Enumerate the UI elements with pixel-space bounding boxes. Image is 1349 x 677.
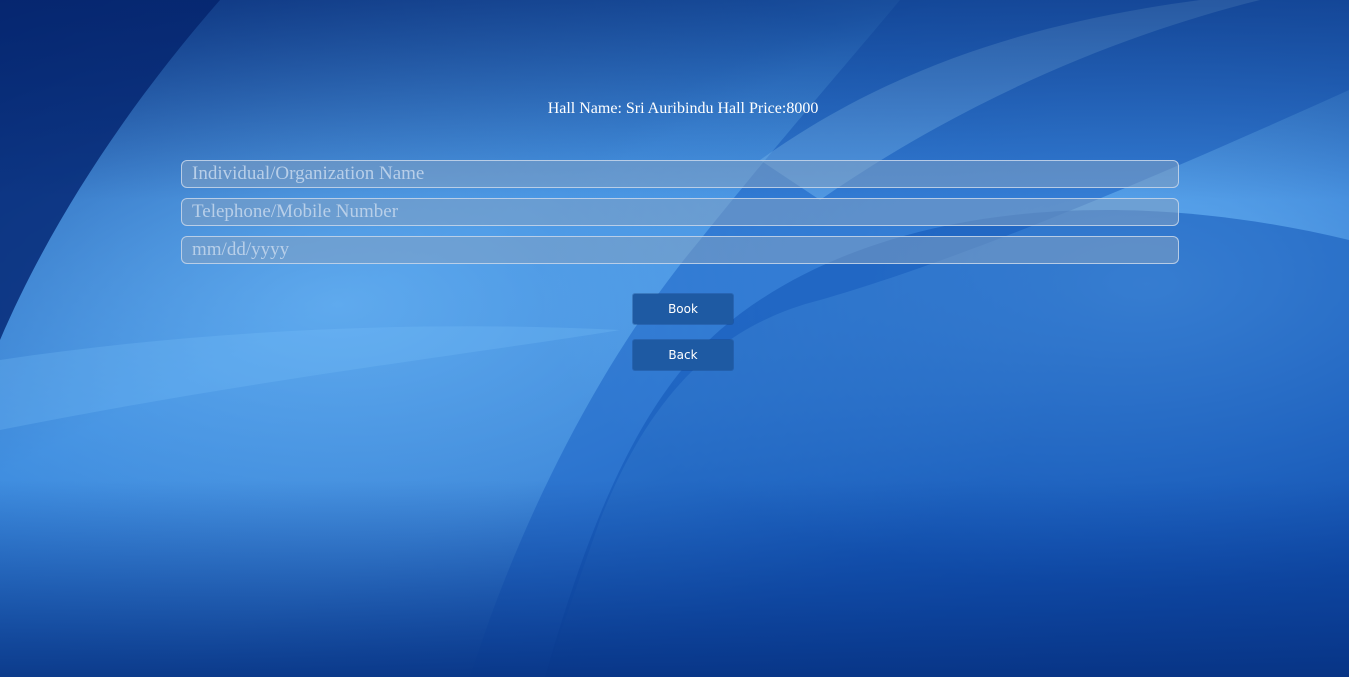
name-input[interactable] [181,160,1179,188]
phone-input[interactable] [181,198,1179,226]
date-input[interactable] [181,236,1179,264]
book-button[interactable]: Book [633,294,733,324]
back-button[interactable]: Back [633,340,733,370]
booking-page: Hall Name: Sri Auribindu Hall Price:8000… [0,0,1349,677]
hall-info-heading: Hall Name: Sri Auribindu Hall Price:8000 [547,100,819,117]
